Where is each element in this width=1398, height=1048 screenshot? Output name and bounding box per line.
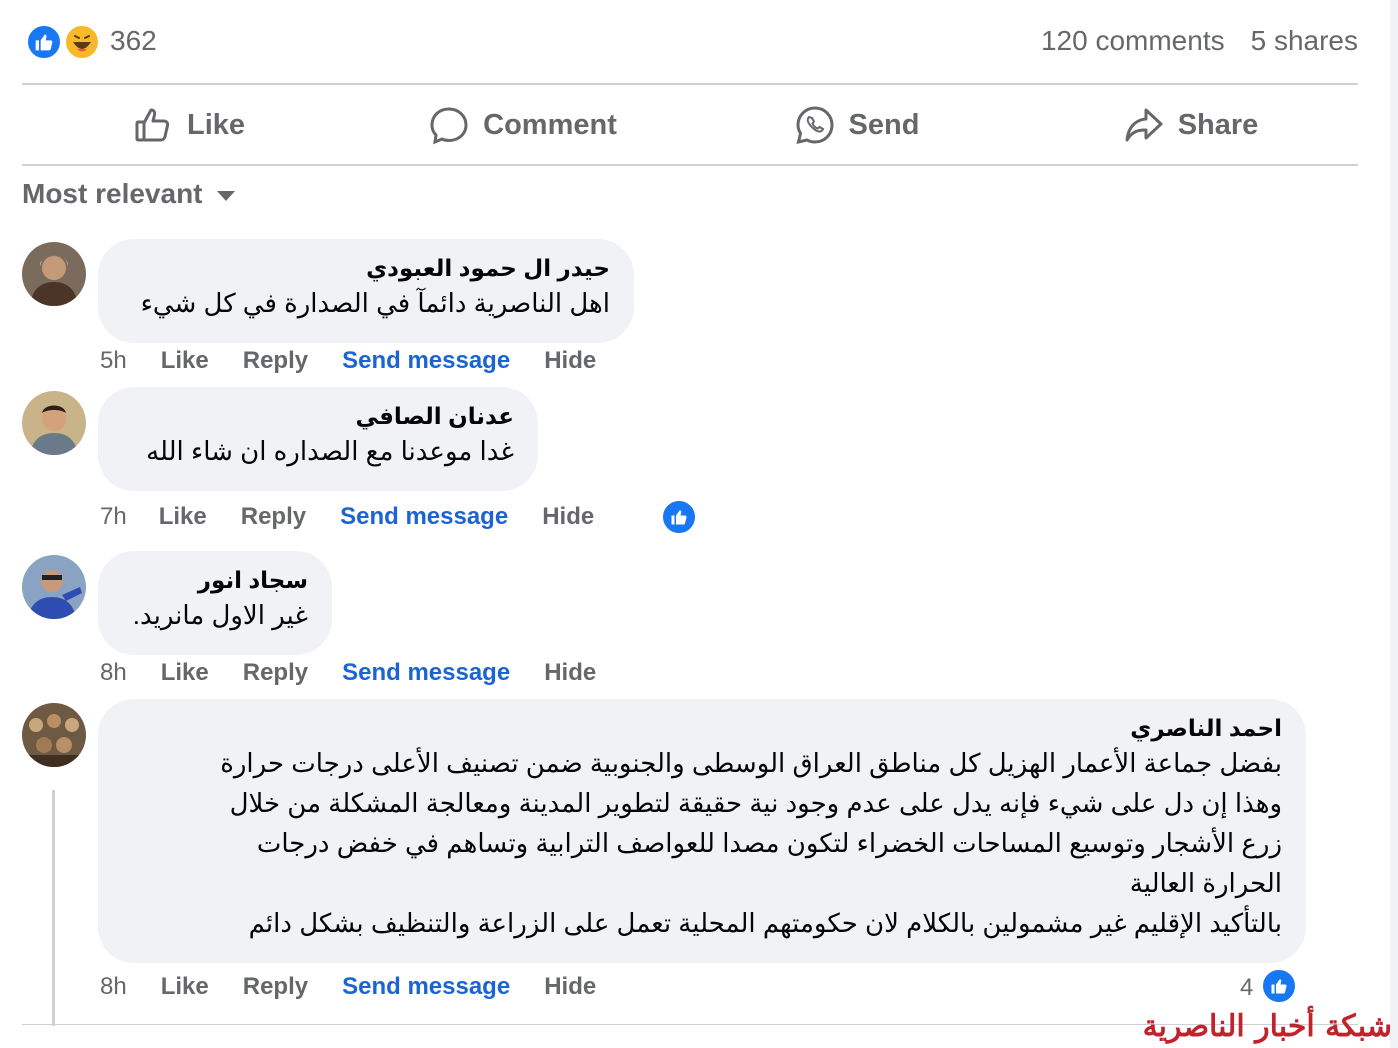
- comment-bubble: حيدر ال حمود العبودي اهل الناصرية دائمآ …: [98, 239, 634, 343]
- send-label: Send: [848, 108, 920, 141]
- comment-send-message-link[interactable]: Send message: [340, 503, 508, 531]
- comment-reply-link[interactable]: Reply: [243, 347, 308, 375]
- share-button[interactable]: Share: [1024, 86, 1358, 164]
- comment-text: غدا موعدنا مع الصداره ان شاء الله: [146, 436, 514, 466]
- comment-reply-link[interactable]: Reply: [243, 659, 308, 687]
- comment-bubble: احمد الناصري بفضل جماعة الأعمار الهزيل ك…: [98, 699, 1306, 963]
- comment-timestamp[interactable]: 8h: [100, 659, 127, 687]
- comment-like-link[interactable]: Like: [161, 973, 209, 1001]
- comment-reply-link[interactable]: Reply: [243, 973, 308, 1001]
- filter-label: Most relevant: [22, 178, 203, 209]
- reaction-stats-bar: 362 120 comments 5 shares: [22, 20, 1358, 64]
- comment-filter-dropdown[interactable]: Most relevant: [22, 178, 235, 210]
- comment-icon: [430, 107, 468, 145]
- comment-text: غير الاول مانريد.: [132, 600, 308, 630]
- comment-reply-link[interactable]: Reply: [241, 503, 306, 531]
- comment-hide-link[interactable]: Hide: [544, 347, 596, 375]
- comment-button[interactable]: Comment: [356, 86, 690, 164]
- thumbs-up-icon: [135, 108, 170, 142]
- comment-label: Comment: [483, 108, 617, 141]
- like-button[interactable]: Like: [22, 86, 356, 164]
- comments-count-link[interactable]: 120 comments: [1041, 25, 1225, 57]
- comment-hide-link[interactable]: Hide: [542, 503, 594, 531]
- like-reaction-icon: [26, 24, 62, 60]
- comment-author[interactable]: سجاد انور: [122, 565, 308, 595]
- comment-timestamp[interactable]: 8h: [100, 973, 127, 1001]
- like-label: Like: [186, 108, 246, 141]
- divider: [22, 164, 1358, 166]
- comment-send-message-link[interactable]: Send message: [342, 973, 510, 1001]
- whatsapp-icon: [796, 106, 834, 145]
- like-reaction-icon[interactable]: [1261, 968, 1297, 1004]
- scrollbar[interactable]: [1390, 0, 1398, 1048]
- comment-actions: 8h Like Reply Send message Hide: [100, 659, 630, 687]
- avatar[interactable]: [22, 555, 86, 619]
- comment-bubble: سجاد انور غير الاول مانريد.: [98, 551, 332, 655]
- comment-send-message-link[interactable]: Send message: [342, 347, 510, 375]
- comment-hide-link[interactable]: Hide: [544, 973, 596, 1001]
- comment-text: بفضل جماعة الأعمار الهزيل كل مناطق العرا…: [220, 748, 1282, 938]
- watermark-logo: شبكة أخبار الناصرية: [1143, 1009, 1392, 1044]
- comment-like-link[interactable]: Like: [161, 347, 209, 375]
- like-reaction-icon[interactable]: [661, 499, 697, 535]
- reaction-count[interactable]: 362: [110, 25, 157, 57]
- comment-author[interactable]: عدنان الصافي: [122, 401, 514, 431]
- share-label: Share: [1177, 108, 1259, 141]
- watermark-text: شبكة أخبار الناصرية: [1142, 1009, 1392, 1044]
- haha-reaction-icon: [64, 24, 100, 60]
- send-button[interactable]: Send: [690, 86, 1024, 164]
- comment-bubble: عدنان الصافي غدا موعدنا مع الصداره ان شا…: [98, 387, 538, 491]
- comment-hide-link[interactable]: Hide: [544, 659, 596, 687]
- comment-actions: 5h Like Reply Send message Hide: [100, 347, 630, 375]
- comment-timestamp[interactable]: 5h: [100, 347, 127, 375]
- reaction-icons[interactable]: [26, 24, 100, 60]
- comment-like-link[interactable]: Like: [159, 503, 207, 531]
- comment-timestamp[interactable]: 7h: [100, 503, 127, 531]
- share-icon: [1125, 108, 1163, 142]
- avatar[interactable]: [22, 703, 86, 767]
- comment-send-message-link[interactable]: Send message: [342, 659, 510, 687]
- comment-reaction-count[interactable]: 4: [1240, 974, 1253, 1002]
- comment-actions: 8h Like Reply Send message Hide: [100, 973, 630, 1001]
- avatar[interactable]: [22, 391, 86, 455]
- post-actions-bar: Like Comment Send Share: [22, 86, 1358, 164]
- chevron-down-icon: [216, 191, 235, 201]
- comment-like-link[interactable]: Like: [161, 659, 209, 687]
- comment-author[interactable]: احمد الناصري: [122, 713, 1282, 743]
- comment-text: اهل الناصرية دائمآ في الصدارة في كل شيء: [140, 288, 610, 318]
- avatar[interactable]: [22, 242, 86, 306]
- divider: [22, 83, 1358, 85]
- comment-actions: 7h Like Reply Send message Hide: [100, 503, 628, 531]
- shares-count-link[interactable]: 5 shares: [1251, 25, 1358, 57]
- comment-author[interactable]: حيدر ال حمود العبودي: [122, 253, 610, 283]
- reply-thread-line: [52, 790, 55, 1026]
